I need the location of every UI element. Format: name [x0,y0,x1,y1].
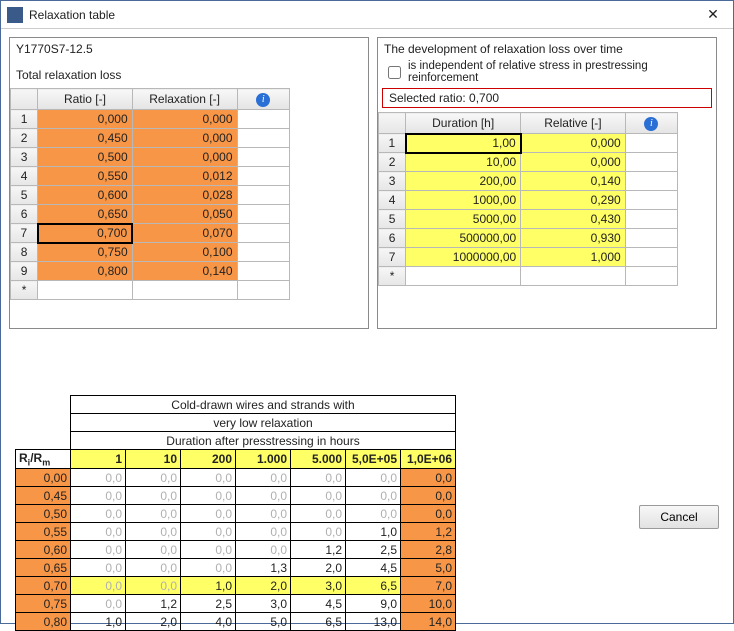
lookup-cell: 0,0 [181,541,236,559]
lookup-cell: 0,0 [236,541,291,559]
lookup-cell: 3,0 [236,595,291,613]
lookup-cell: 2,5 [181,595,236,613]
lookup-row-header: 0,00 [16,469,71,487]
left-subtitle: Total relaxation loss [10,60,368,88]
duration-grid[interactable]: Duration [h] Relative [-] i 11,000,000 2… [378,112,678,286]
lookup-cell: 0,0 [181,469,236,487]
selected-ratio-display: Selected ratio: 0,700 [382,88,712,108]
close-button[interactable]: ✕ [699,6,727,23]
lookup-cell: 0,0 [401,487,456,505]
lookup-cell: 1,2 [401,523,456,541]
lookup-cell: 1,0 [71,613,126,631]
new-row[interactable]: * [11,281,38,300]
lookup-cell: 5,0 [236,613,291,631]
lookup-cell: 0,0 [181,487,236,505]
lookup-cell: 1,2 [126,595,181,613]
right-header: The development of relaxation loss over … [378,38,716,60]
lookup-cell: 0,0 [71,505,126,523]
lookup-cell: 0,0 [346,505,401,523]
lookup-row-header: 0,50 [16,505,71,523]
lookup-row-header: 0,55 [16,523,71,541]
lookup-cell: 2,0 [291,559,346,577]
lookup-cell: 0,0 [126,523,181,541]
lookup-cell: 2,0 [126,613,181,631]
lookup-cell: 0,0 [291,487,346,505]
lookup-cell: 14,0 [401,613,456,631]
lookup-cell: 0,0 [126,541,181,559]
lookup-cell: 0,0 [71,577,126,595]
lookup-cell: 7,0 [401,577,456,595]
lookup-row-header: 0,65 [16,559,71,577]
lookup-cell: 1,0 [346,523,401,541]
window-title: Relaxation table [29,8,699,22]
lookup-cell: 4,5 [346,559,401,577]
lookup-cell: 13,0 [346,613,401,631]
lookup-cell: 4,5 [291,595,346,613]
lookup-cell: 0,0 [71,541,126,559]
lookup-cell: 0,0 [71,469,126,487]
lookup-cell: 0,0 [126,559,181,577]
col-duration: Duration [h] [406,113,521,134]
lookup-cell: 0,0 [126,577,181,595]
lookup-row-header: 0,70 [16,577,71,595]
lookup-cell: 2,0 [236,577,291,595]
lookup-cell: 0,0 [346,469,401,487]
col-relaxation: Relaxation [-] [132,89,237,110]
lookup-cell: 4,0 [181,613,236,631]
lookup-cell: 6,5 [291,613,346,631]
lookup-cell: 1,2 [291,541,346,559]
independent-checkbox[interactable] [388,66,401,79]
new-row[interactable]: * [379,267,406,286]
lookup-cell: 1,3 [236,559,291,577]
lookup-cell: 2,8 [401,541,456,559]
lookup-cell: 0,0 [291,469,346,487]
lookup-cell: 0,0 [346,487,401,505]
lookup-cell: 0,0 [71,523,126,541]
lookup-cell: 0,0 [236,523,291,541]
right-panel: The development of relaxation loss over … [377,37,717,329]
lookup-cell: 0,0 [291,505,346,523]
col-ratio: Ratio [-] [38,89,132,110]
lookup-cell: 0,0 [126,487,181,505]
lookup-cell: 3,0 [291,577,346,595]
lookup-row-header: 0,60 [16,541,71,559]
lookup-cell: 6,5 [346,577,401,595]
lookup-cell: 0,0 [236,469,291,487]
lookup-cell: 0,0 [71,559,126,577]
lookup-cell: 0,0 [71,487,126,505]
left-panel: Y1770S7-12.5 Total relaxation loss Ratio… [9,37,369,329]
lookup-row-header: 0,75 [16,595,71,613]
lookup-cell: 2,5 [346,541,401,559]
selected-ratio-cell[interactable]: 0,700 [38,224,132,243]
lookup-row-header: 0,80 [16,613,71,631]
strand-code: Y1770S7-12.5 [10,38,368,60]
lookup-cell: 1,0 [181,577,236,595]
lookup-cell: 0,0 [401,469,456,487]
independent-label: is independent of relative stress in pre… [408,60,710,84]
cancel-button[interactable]: Cancel [639,505,719,529]
lookup-cell: 9,0 [346,595,401,613]
lookup-cell: 0,0 [291,523,346,541]
lookup-cell: 0,0 [181,505,236,523]
lookup-cell: 0,0 [181,559,236,577]
info-icon[interactable]: i [256,93,270,107]
lookup-table: Cold-drawn wires and strands with very l… [15,395,456,631]
info-icon[interactable]: i [644,117,658,131]
selected-duration-cell[interactable]: 1,00 [406,134,521,153]
lookup-cell: 0,0 [401,505,456,523]
lookup-cell: 0,0 [236,487,291,505]
titlebar: Relaxation table ✕ [1,1,733,29]
app-icon [7,7,23,23]
col-relative: Relative [-] [521,113,626,134]
lookup-cell: 0,0 [126,505,181,523]
lookup-cell: 0,0 [181,523,236,541]
ratio-grid[interactable]: Ratio [-] Relaxation [-] i 10,0000,000 2… [10,88,290,300]
lookup-cell: 5,0 [401,559,456,577]
lookup-cell: 0,0 [71,595,126,613]
lookup-row-header: 0,45 [16,487,71,505]
lookup-cell: 10,0 [401,595,456,613]
lookup-cell: 0,0 [236,505,291,523]
lookup-cell: 0,0 [126,469,181,487]
